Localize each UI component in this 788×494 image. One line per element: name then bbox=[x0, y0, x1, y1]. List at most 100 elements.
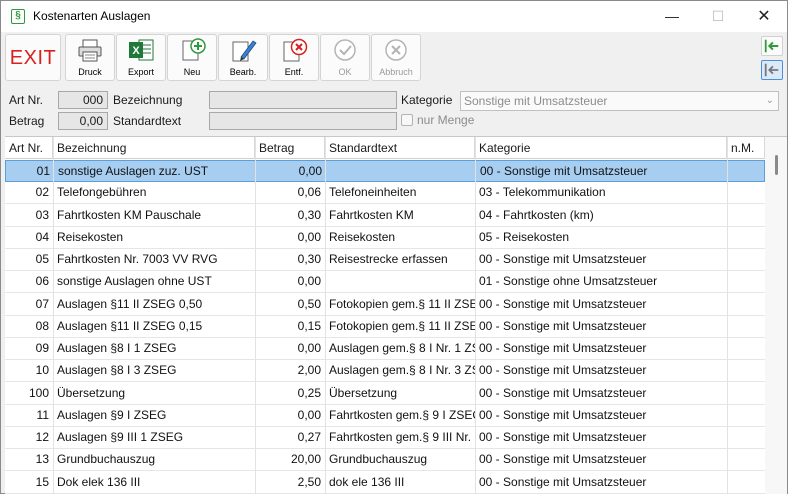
table-row[interactable]: 13 Grundbuchauszug 20,00 Grundbuchauszug 00 … bbox=[5, 449, 765, 472]
bezeichnung-label: Bezeichnung bbox=[113, 93, 183, 107]
betrag-field[interactable]: 0,00 bbox=[58, 112, 108, 130]
cell-artnr: 05 bbox=[35, 252, 49, 266]
table-row[interactable]: 06 sonstige Auslagen ohne UST 0,00 01 - Son… bbox=[5, 271, 765, 294]
cell-kategorie: 00 - Sonstige mit Umsatzsteuer bbox=[479, 430, 647, 444]
table-row[interactable]: 04 Reisekosten 0,00 Reisekosten 05 - Reiseko… bbox=[5, 227, 765, 249]
cell-nm bbox=[727, 271, 765, 292]
cell-betrag: 0,27 bbox=[297, 430, 321, 444]
artnr-label: Art Nr. bbox=[9, 93, 44, 107]
cell-kategorie: 00 - Sonstige mit Umsatzsteuer bbox=[479, 385, 647, 400]
title-bar: § Kostenarten Auslagen — ☐ ✕ bbox=[1, 1, 787, 32]
cell-betrag: 0,06 bbox=[297, 185, 321, 200]
cell-betrag: 2,50 bbox=[297, 474, 321, 489]
table-row[interactable]: 05 Fahrtkosten Nr. 7003 VV RVG 0,30 Reisest… bbox=[5, 249, 765, 271]
cell-artnr: 09 bbox=[35, 341, 49, 355]
cell-betrag: 0,25 bbox=[297, 385, 321, 400]
table-row[interactable]: 100 Übersetzung 0,25 Übersetzung 00 - Sonsti… bbox=[5, 383, 765, 405]
cell-bezeichnung: Grundbuchauszug bbox=[57, 452, 156, 467]
print-button[interactable]: Druck bbox=[65, 34, 115, 81]
table-row[interactable]: 09 Auslagen §8 I 1 ZSEG 0,00 Auslagen gem.§… bbox=[5, 338, 765, 360]
table-row[interactable]: 03 Fahrtkosten KM Pauschale 0,30 Fahrtkoste… bbox=[5, 205, 765, 227]
table-row[interactable]: 11 Auslagen §9 I ZSEG 0,00 Fahrtkosten gem.… bbox=[5, 405, 765, 427]
cell-nm bbox=[727, 472, 765, 493]
chevron-down-icon: ⌄ bbox=[765, 95, 774, 106]
betrag-label: Betrag bbox=[9, 114, 45, 128]
bezeichnung-field[interactable] bbox=[209, 91, 397, 109]
cell-nm bbox=[727, 338, 765, 359]
cell-artnr: 01 bbox=[36, 164, 50, 178]
cell-betrag: 0,00 bbox=[297, 274, 321, 289]
cell-artnr: 04 bbox=[35, 229, 49, 244]
cell-standardtext: Auslagen gem.§ 8 I Nr. 3 ZSEG bbox=[329, 363, 475, 378]
header-kategorie[interactable]: Kategorie bbox=[475, 137, 727, 159]
cell-artnr: 08 bbox=[35, 318, 49, 333]
collapse-button[interactable] bbox=[761, 60, 783, 80]
exit-label: EXIT bbox=[9, 47, 57, 69]
cell-kategorie: 04 - Fahrtkosten (km) bbox=[479, 207, 594, 222]
cell-standardtext: Fahrtkosten gem.§ 9 I ZSEG bbox=[329, 407, 475, 422]
exit-button[interactable]: EXIT bbox=[5, 34, 61, 81]
column-divider bbox=[255, 137, 256, 494]
close-button[interactable]: ✕ bbox=[741, 1, 787, 32]
scrollbar-thumb[interactable] bbox=[775, 155, 778, 175]
cancel-button[interactable]: Abbruch bbox=[371, 34, 421, 81]
header-standardtext[interactable]: Standardtext bbox=[325, 137, 475, 159]
table-row[interactable]: 07 Auslagen §11 II ZSEG 0,50 0,50 Fotokopie… bbox=[5, 294, 765, 316]
cell-artnr: 02 bbox=[35, 185, 49, 200]
cell-bezeichnung: Auslagen §9 I ZSEG bbox=[57, 407, 167, 422]
table-row[interactable]: 01 sonstige Auslagen zuz. UST 0,00 00 - Son… bbox=[5, 160, 765, 182]
cell-standardtext: Fotokopien gem.§ 11 II ZSEG bbox=[329, 296, 475, 311]
cell-standardtext: Fahrtkosten gem.§ 9 III Nr. 1 bbox=[329, 430, 475, 444]
cell-standardtext bbox=[325, 271, 475, 292]
vertical-scrollbar[interactable] bbox=[765, 137, 787, 494]
cell-kategorie: 01 - Sonstige ohne Umsatzsteuer bbox=[479, 274, 658, 289]
standardtext-label: Standardtext bbox=[113, 114, 182, 128]
edit-button[interactable]: Bearb. bbox=[218, 34, 268, 81]
nur-menge-label: nur Menge bbox=[417, 113, 475, 127]
cell-bezeichnung: Fahrtkosten Nr. 7003 VV RVG bbox=[57, 252, 218, 266]
cell-artnr: 12 bbox=[35, 430, 49, 444]
kostenarten-table: Art Nr. Bezeichnung Betrag Standardtext … bbox=[5, 136, 787, 494]
cell-standardtext: Auslagen gem.§ 8 I Nr. 1 ZSEG bbox=[329, 341, 475, 355]
maximize-button[interactable]: ☐ bbox=[695, 1, 741, 32]
ok-button[interactable]: OK bbox=[320, 34, 370, 81]
cell-kategorie: 00 - Sonstige mit Umsatzsteuer bbox=[479, 252, 647, 266]
cell-nm bbox=[728, 161, 766, 182]
table-row[interactable]: 08 Auslagen §11 II ZSEG 0,15 0,15 Fotokopie… bbox=[5, 316, 765, 338]
cell-bezeichnung: Auslagen §11 II ZSEG 0,50 bbox=[57, 296, 203, 311]
cell-betrag: 0,30 bbox=[297, 207, 321, 222]
table-row[interactable]: 12 Auslagen §9 III 1 ZSEG 0,27 Fahrtkosten … bbox=[5, 427, 765, 449]
cell-bezeichnung: Auslagen §11 II ZSEG 0,15 bbox=[57, 318, 203, 333]
artnr-field[interactable]: 000 bbox=[58, 91, 108, 109]
column-divider bbox=[475, 137, 476, 494]
nur-menge-checkbox[interactable] bbox=[401, 114, 413, 126]
cell-artnr: 15 bbox=[35, 474, 49, 489]
delete-button[interactable]: Entf. bbox=[269, 34, 319, 81]
cancel-icon bbox=[385, 39, 407, 61]
table-row[interactable]: 10 Auslagen §8 I 3 ZSEG 2,00 Auslagen gem.§… bbox=[5, 360, 765, 383]
new-button[interactable]: Neu bbox=[167, 34, 217, 81]
header-betrag[interactable]: Betrag bbox=[255, 137, 325, 159]
table-row[interactable]: 02 Telefongebühren 0,06 Telefoneinheiten 03 … bbox=[5, 182, 765, 205]
svg-text:X: X bbox=[132, 45, 140, 57]
cell-nm bbox=[727, 427, 765, 448]
cell-standardtext bbox=[326, 161, 476, 182]
export-button[interactable]: X Export bbox=[116, 34, 166, 81]
cell-standardtext: Reisestrecke erfassen bbox=[329, 252, 448, 266]
minimize-button[interactable]: — bbox=[649, 1, 695, 32]
arrow-collapse-icon bbox=[764, 63, 779, 77]
cell-kategorie: 05 - Reisekosten bbox=[479, 229, 570, 244]
standardtext-field[interactable] bbox=[209, 112, 397, 130]
cell-kategorie: 00 - Sonstige mit Umsatzsteuer bbox=[479, 452, 647, 467]
main-window: § Kostenarten Auslagen — ☐ ✕ EXIT Druck bbox=[0, 0, 788, 494]
exit-arrow-button[interactable] bbox=[761, 36, 783, 56]
ok-label: OK bbox=[338, 67, 352, 77]
kategorie-select[interactable]: Sonstige mit Umsatzsteuer ⌄ bbox=[460, 91, 779, 111]
cancel-label: Abbruch bbox=[379, 67, 413, 77]
window-title: Kostenarten Auslagen bbox=[33, 9, 151, 23]
header-nm[interactable]: n.M. bbox=[727, 137, 765, 159]
table-row[interactable]: 15 Dok elek 136 III 2,50 dok ele 136 III 00 … bbox=[5, 472, 765, 494]
cell-nm bbox=[727, 316, 765, 337]
header-artnr[interactable]: Art Nr. bbox=[5, 137, 53, 159]
header-bezeichnung[interactable]: Bezeichnung bbox=[53, 137, 255, 159]
